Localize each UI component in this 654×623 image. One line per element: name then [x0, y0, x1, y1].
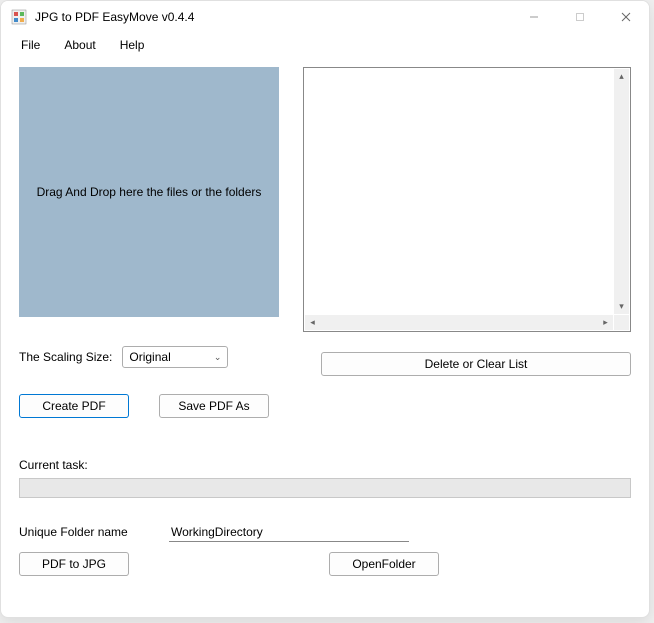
delete-clear-label: Delete or Clear List — [425, 357, 528, 371]
pdf-to-jpg-button[interactable]: PDF to JPG — [19, 552, 129, 576]
create-pdf-label: Create PDF — [42, 399, 105, 413]
main-window: JPG to PDF EasyMove v0.4.4 File About He… — [0, 0, 650, 618]
progress-bar — [19, 478, 631, 498]
vertical-scrollbar[interactable]: ▴ ▾ — [614, 69, 629, 314]
horizontal-scrollbar[interactable]: ◂ ▸ — [305, 315, 613, 330]
scroll-left-icon[interactable]: ◂ — [305, 315, 320, 330]
scroll-right-icon[interactable]: ▸ — [598, 315, 613, 330]
window-title: JPG to PDF EasyMove v0.4.4 — [35, 10, 511, 24]
scaling-label: The Scaling Size: — [19, 350, 112, 364]
menu-file[interactable]: File — [11, 35, 50, 55]
pdf-buttons-row: Create PDF Save PDF As — [19, 394, 631, 418]
menubar: File About Help — [1, 33, 649, 57]
content-area: Drag And Drop here the files or the fold… — [1, 57, 649, 617]
open-folder-button[interactable]: OpenFolder — [329, 552, 439, 576]
scroll-down-icon[interactable]: ▾ — [614, 299, 629, 314]
folder-input[interactable] — [169, 522, 409, 542]
create-pdf-button[interactable]: Create PDF — [19, 394, 129, 418]
window-controls — [511, 1, 649, 33]
menu-help[interactable]: Help — [110, 35, 155, 55]
current-task-section: Current task: — [19, 458, 631, 498]
save-pdf-as-label: Save PDF As — [178, 399, 249, 413]
minimize-button[interactable] — [511, 1, 557, 33]
folder-row: Unique Folder name — [19, 522, 631, 542]
open-folder-label: OpenFolder — [352, 557, 415, 571]
scroll-up-icon[interactable]: ▴ — [614, 69, 629, 84]
titlebar: JPG to PDF EasyMove v0.4.4 — [1, 1, 649, 33]
list-inner — [304, 68, 614, 315]
drop-zone[interactable]: Drag And Drop here the files or the fold… — [19, 67, 279, 317]
scroll-corner — [614, 315, 629, 330]
scaling-combo[interactable]: Original ⌄ — [122, 346, 228, 368]
file-list[interactable]: ▴ ▾ ◂ ▸ — [303, 67, 631, 332]
drop-zone-text: Drag And Drop here the files or the fold… — [37, 185, 262, 199]
current-task-label: Current task: — [19, 458, 631, 472]
folder-label: Unique Folder name — [19, 525, 129, 539]
bottom-buttons-row: PDF to JPG OpenFolder — [19, 552, 631, 576]
scaling-selected: Original — [129, 350, 170, 364]
save-pdf-as-button[interactable]: Save PDF As — [159, 394, 269, 418]
delete-clear-button[interactable]: Delete or Clear List — [321, 352, 631, 376]
pdf-to-jpg-label: PDF to JPG — [42, 557, 106, 571]
chevron-down-icon: ⌄ — [214, 352, 222, 363]
app-icon — [11, 9, 27, 25]
top-section: Drag And Drop here the files or the fold… — [19, 67, 631, 332]
maximize-button[interactable] — [557, 1, 603, 33]
menu-about[interactable]: About — [54, 35, 105, 55]
close-button[interactable] — [603, 1, 649, 33]
